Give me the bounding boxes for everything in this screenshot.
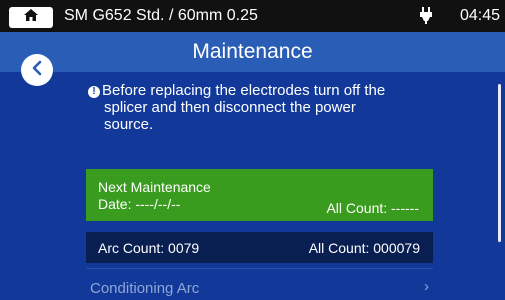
arc-all-count: All Count: 000079 [308,240,420,256]
info-icon: ! [88,86,100,98]
notice-line-2: splicer and then disconnect the power [104,99,356,116]
scrollbar[interactable] [498,84,501,242]
notice-text-1: Before replacing the electrodes turn off… [102,82,386,99]
home-button[interactable] [9,7,53,28]
electrode-notice: ! Before replacing the electrodes turn of… [88,82,448,133]
arc-count-panel: Arc Count: 0079 All Count: 000079 [86,232,433,263]
notice-line-1: ! Before replacing the electrodes turn of… [88,82,448,99]
arc-count: Arc Count: 0079 [98,240,200,256]
page-title: Maintenance [192,40,313,63]
status-bar: SM G652 Std. / 60mm 0.25 04:45 [0,0,505,32]
header-bar: Maintenance [0,32,505,72]
maintenance-date: Date: ----/--/-- [98,196,181,212]
back-button[interactable] [21,54,53,86]
notice-line-3: source. [104,116,154,133]
home-icon [23,8,39,27]
conditioning-arc-item[interactable]: Conditioning Arc › [86,272,433,300]
clock: 04:45 [460,7,501,24]
chevron-left-icon [30,60,44,81]
maintenance-all-count: All Count: ------ [326,200,419,216]
maintenance-screen: Maintenance ! Before replacing the electr… [0,32,505,300]
next-maintenance-label: Next Maintenance [98,179,211,195]
next-maintenance-panel: Next Maintenance Date: ----/--/-- All Co… [86,169,433,221]
conditioning-arc-label: Conditioning Arc [90,280,200,297]
device-title: SM G652 Std. / 60mm 0.25 [64,7,258,24]
chevron-right-icon: › [424,278,429,295]
plug-icon [419,6,433,29]
divider [86,268,433,269]
